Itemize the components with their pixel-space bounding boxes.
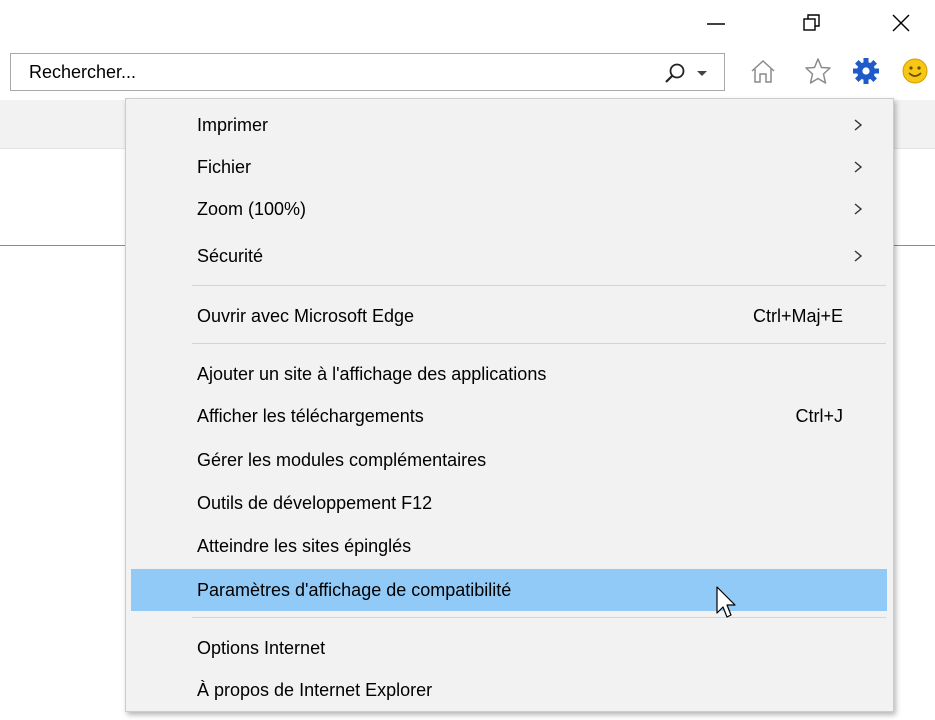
menu-item-label: Ajouter un site à l'affichage des applic… [197, 363, 547, 384]
menu-item-label: Atteindre les sites épinglés [197, 535, 412, 556]
menu-item-shortcut: Ctrl+Maj+E [752, 305, 843, 326]
menu-item-label: Gérer les modules complémentaires [197, 449, 487, 470]
menu-item-manage-addons[interactable]: Gérer les modules complémentaires [131, 439, 887, 481]
menu-item-label: À propos de Internet Explorer [197, 679, 433, 700]
menu-item-dev-tools[interactable]: Outils de développement F12 [131, 482, 887, 524]
menu-item-zoom[interactable]: Zoom (100%) [131, 188, 887, 230]
search-icon [665, 63, 685, 83]
menu-item-label: Paramètres d'affichage de compatibilité [197, 579, 512, 600]
menu-item-imprimer[interactable]: Imprimer [131, 104, 887, 146]
menu-item-compat-view[interactable]: Paramètres d'affichage de compatibilité [131, 569, 887, 611]
search-input[interactable] [11, 54, 611, 90]
menu-separator [192, 343, 886, 344]
tools-button[interactable] [849, 52, 883, 90]
favorites-button[interactable] [801, 52, 835, 90]
dropdown-arrow-icon [697, 71, 707, 76]
minimize-icon [707, 23, 725, 25]
smiley-icon [902, 58, 928, 84]
search-box [10, 53, 725, 91]
menu-item-shortcut: Ctrl+J [795, 405, 843, 426]
chevron-right-icon [853, 104, 863, 146]
menu-item-downloads[interactable]: Afficher les téléchargements Ctrl+J [131, 395, 887, 437]
menu-item-securite[interactable]: Sécurité [131, 235, 887, 277]
menu-item-label: Zoom (100%) [197, 198, 307, 219]
minimize-button[interactable] [693, 0, 739, 46]
menu-item-add-site-apps[interactable]: Ajouter un site à l'affichage des applic… [131, 353, 887, 395]
menu-item-label: Sécurité [197, 245, 264, 266]
chevron-right-icon [853, 235, 863, 277]
feedback-button[interactable] [898, 52, 932, 90]
menu-separator [192, 617, 886, 618]
menu-item-pinned-sites[interactable]: Atteindre les sites épinglés [131, 525, 887, 567]
home-icon [751, 59, 775, 83]
restore-button[interactable] [789, 0, 835, 46]
menu-item-label: Imprimer [197, 114, 268, 135]
menu-item-about-ie[interactable]: À propos de Internet Explorer [131, 669, 887, 711]
menu-item-label: Ouvrir avec Microsoft Edge [197, 305, 415, 326]
close-icon [892, 14, 910, 32]
gear-icon [853, 58, 879, 84]
mouse-cursor-icon [716, 586, 736, 618]
menu-item-open-edge[interactable]: Ouvrir avec Microsoft Edge Ctrl+Maj+E [131, 295, 887, 337]
chevron-right-icon [853, 146, 863, 188]
restore-icon [803, 14, 820, 31]
menu-item-label: Fichier [197, 156, 252, 177]
menu-separator [192, 285, 886, 286]
star-icon [805, 58, 831, 84]
menu-item-label: Afficher les téléchargements [197, 405, 424, 426]
chevron-right-icon [853, 188, 863, 230]
menu-item-fichier[interactable]: Fichier [131, 146, 887, 188]
menu-item-label: Options Internet [197, 637, 326, 658]
search-button[interactable] [663, 60, 719, 86]
tools-menu: Imprimer Fichier Zoom (100%) Sécurité Ou… [125, 98, 894, 712]
home-button[interactable] [746, 52, 780, 90]
menu-item-internet-options[interactable]: Options Internet [131, 627, 887, 669]
menu-item-label: Outils de développement F12 [197, 492, 433, 513]
close-button[interactable] [878, 0, 924, 46]
